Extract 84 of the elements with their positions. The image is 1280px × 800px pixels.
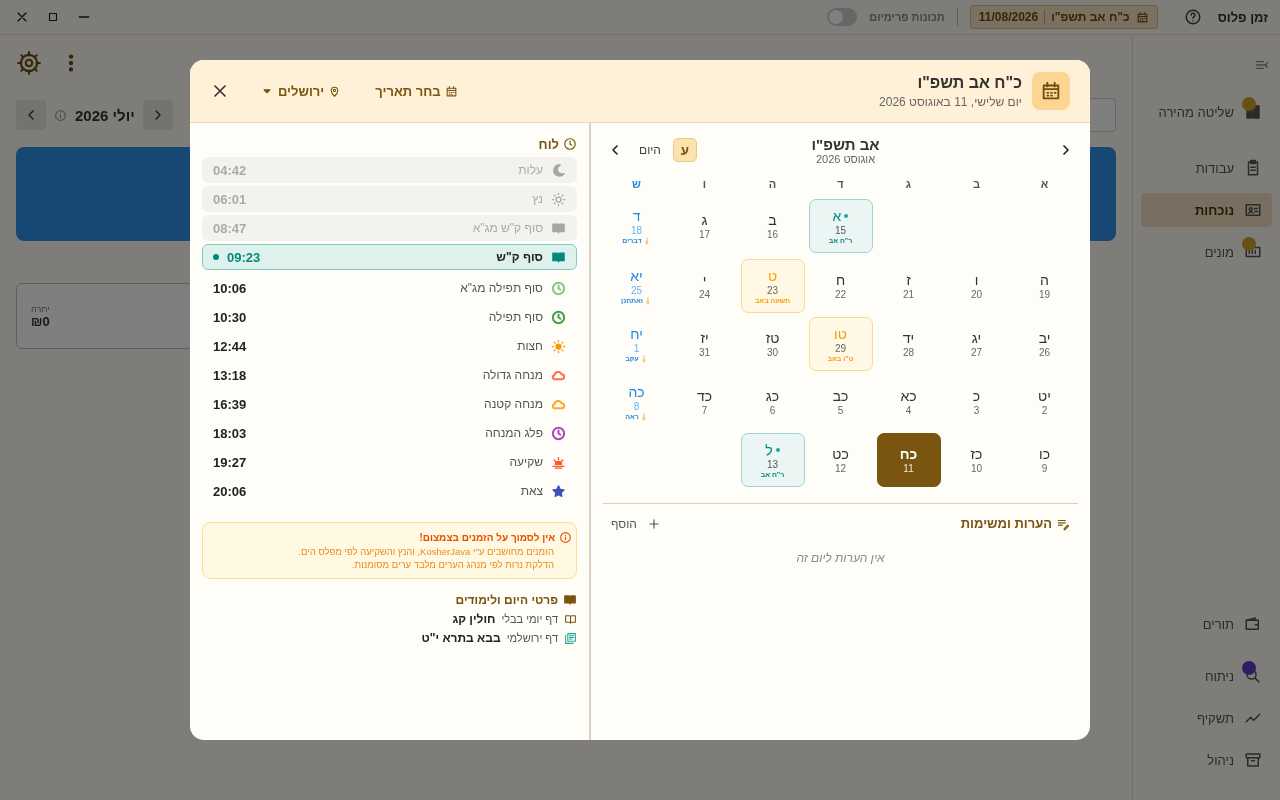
current-dot [213,254,219,260]
zman-time: 10:30 [213,309,247,325]
open-book-icon [564,612,577,626]
calendar-icon [444,84,458,98]
today-button[interactable]: היום [635,143,665,157]
zman-name: חצות [517,339,543,353]
premium-label: תכונות פרימיום [869,11,945,23]
weekday-header: ב [971,177,981,192]
warning-text: הדלקת נרות לפי מנהג הערים מלבד ערים מסומנות. [351,559,554,570]
archive-box-icon [1244,751,1262,769]
month-label: יולי 2026 [75,106,135,124]
details-title: פרטי היום ולימודים [202,593,577,607]
empty-notes-text: אין הערות ליום זה [795,551,886,565]
hebrew-month-title: אב תשפ"ו [811,135,880,153]
info-icon [559,531,572,544]
zman-name: שקיעה [509,455,543,469]
zman-time: 19:27 [213,454,247,470]
zman-name: סוף תפילה מג"א [460,281,543,295]
sidebar-item[interactable]: ניתוח [1141,659,1272,693]
balance-label: יתרה [31,303,50,314]
balance-value: ₪0 [31,313,50,329]
plus-icon [646,516,661,531]
book-icon [563,593,577,607]
zman-time: 06:01 [213,191,247,207]
maximize-icon[interactable] [46,10,60,24]
id-card-icon [1244,201,1262,219]
app-title: זמן פלוס [1217,9,1268,25]
dialog-subtitle: יום שלישי, 11 באוגוסט 2026 [879,94,1022,109]
pick-date-button[interactable]: בחר תאריך [375,83,458,99]
clock-icon [563,137,577,151]
zman-name: סוף ק"ש מג"א [472,221,543,235]
weekday-header: ו [701,177,708,192]
zman-time: 13:18 [213,367,247,383]
weekday-header: ש [631,177,642,192]
zman-time: 04:42 [213,162,247,178]
zman-name: מנחה קטנה [484,397,543,411]
study-value: חולין קג [452,612,496,626]
calendar-icon [1040,80,1062,102]
warning-title: אין לסמוך על הזמנים בצמצום! [419,531,572,544]
dot-icon [775,448,780,452]
location-dropdown[interactable]: ירושלים [260,83,342,99]
zman-name: מנחה גדולה [482,368,543,382]
zman-name: סוף תפילה [488,310,543,324]
study-value: בבא בתרא י"ט [421,631,501,645]
zmanim-title: לוח [202,135,577,153]
zman-name: נץ [532,192,543,206]
weekday-header: ג [904,177,913,192]
weekday-header: ה [767,177,778,192]
zman-time: 10:06 [213,280,247,296]
premium-switch[interactable] [827,8,858,26]
calendar-icon [1135,10,1149,24]
add-button[interactable]: הוסף [611,516,661,531]
study-label: דף ירושלמי [506,632,558,644]
weekday-header: ד [836,177,845,192]
wallet-icon [1244,615,1262,633]
study-label: דף יומי בבלי [501,613,558,625]
zman-name: פלג המנחה [485,426,543,440]
help-icon[interactable] [1183,8,1202,26]
sidebar-item[interactable]: שליטה מהירה [1141,95,1272,129]
next-month-button[interactable] [142,100,173,130]
settings-icon[interactable] [16,50,42,76]
zman-name: סוף ק"ש [496,250,543,264]
dot-icon [844,214,849,218]
pages-icon [564,631,577,645]
notes-title: הערות ומשימות [960,516,1070,531]
zman-time: 09:23 [227,249,261,265]
zman-name: צאת [520,484,543,498]
zman-time: 20:06 [213,483,247,499]
hebrew-toggle-button[interactable]: ע [673,138,697,162]
zman-time: 16:39 [213,396,247,412]
sidebar-item[interactable]: תשקיף [1141,701,1272,735]
previous-month-button[interactable] [16,100,46,130]
gregorian-month-subtitle: אוגוסט 2026 [815,152,876,165]
zman-name: עלות [518,163,543,177]
candle-icon [644,296,652,305]
zman-time: 08:47 [213,220,247,236]
sidebar-item[interactable]: עבודות [1141,151,1272,185]
warning-text: הזמנים מחושבים ע"י KosherJava, והנץ והשקיעה לפי מפלס הים. [298,546,554,557]
dialog-title: כ"ח אב תשפ"ו [917,73,1022,92]
zman-time: 12:44 [213,338,247,354]
weekday-header: א [1039,177,1050,192]
zman-time: 18:03 [213,425,247,441]
sidebar-item[interactable]: ניהול [1141,743,1272,777]
info-icon [54,108,67,122]
